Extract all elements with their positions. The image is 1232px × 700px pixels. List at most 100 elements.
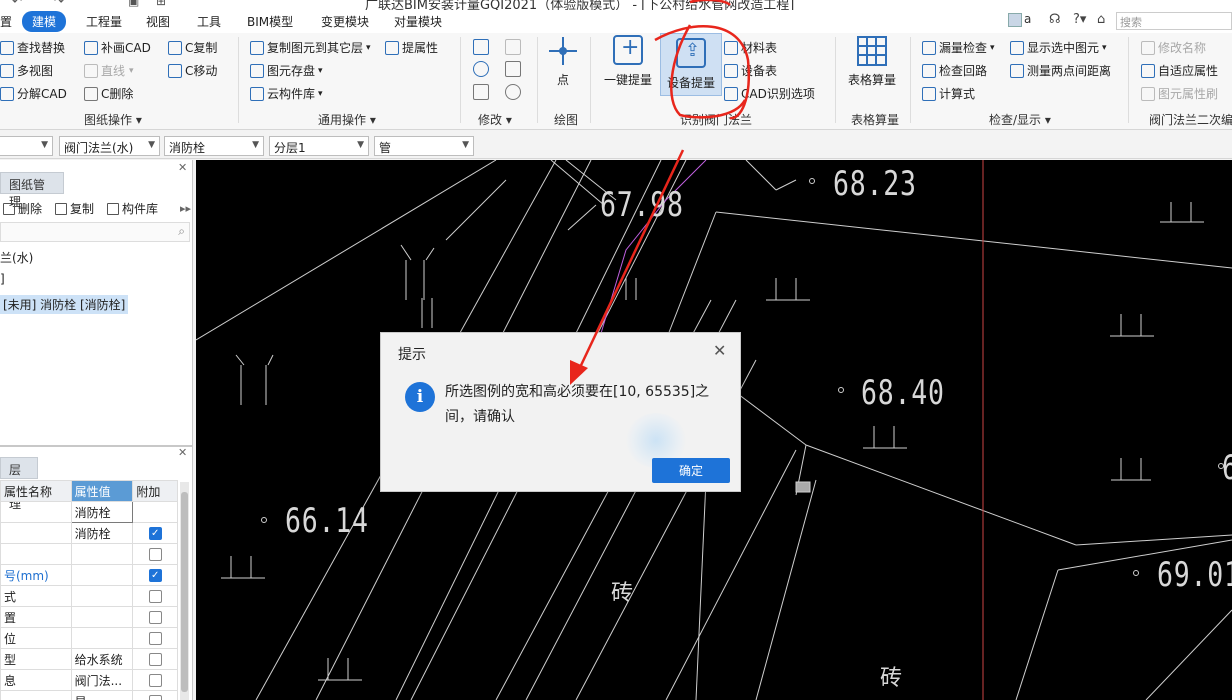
table-row[interactable]	[0, 543, 178, 565]
checkbox[interactable]	[148, 590, 162, 603]
checkbox-checked[interactable]: ✓	[148, 527, 162, 540]
c-move-button[interactable]: C移动	[168, 62, 217, 79]
layer-select[interactable]: 分层1 ▼	[269, 136, 369, 156]
table-row[interactable]: 息阀门法...	[0, 669, 178, 691]
search-input[interactable]: 搜索	[1116, 12, 1232, 30]
tab-layer-management[interactable]: 层管理	[0, 457, 38, 511]
close-icon[interactable]: ✕	[713, 341, 726, 360]
find-replace-button[interactable]: 查找替换	[0, 39, 65, 56]
table-row[interactable]: 消防栓 ✓	[0, 522, 178, 544]
table-row[interactable]: 位	[0, 627, 178, 649]
scrollbar[interactable]	[180, 482, 189, 700]
property-value[interactable]: 阀门法...	[70, 669, 134, 691]
checkbox[interactable]	[148, 653, 162, 666]
copy-small-icon[interactable]	[473, 39, 489, 55]
delete-small-icon[interactable]	[473, 84, 489, 100]
tree-item[interactable]: ]	[0, 272, 5, 286]
property-value[interactable]	[70, 564, 134, 586]
menu-item-view[interactable]: 视图	[146, 13, 170, 30]
category-select[interactable]: 阀门法兰(水) ▼	[59, 136, 160, 156]
menu-item-change[interactable]: 变更模块	[321, 13, 369, 30]
save-icon[interactable]: ▣	[128, 0, 139, 8]
checkbox[interactable]	[148, 611, 162, 624]
missing-check-button[interactable]: 漏量检查 ▾	[922, 39, 995, 56]
expand-icon[interactable]: ▸▸	[180, 202, 191, 215]
explode-cad-button[interactable]: 分解CAD	[0, 85, 67, 102]
delete-drawing-button[interactable]: 删除	[3, 200, 42, 217]
menu-item-modeling[interactable]: 建模	[22, 11, 67, 32]
property-value[interactable]: 消防栓	[70, 501, 134, 523]
type-select[interactable]: 消防栓 ▼	[164, 136, 264, 156]
table-row[interactable]: 型给水系统	[0, 648, 178, 670]
pipe-select[interactable]: 管 ▼	[374, 136, 474, 156]
cad-options-button[interactable]: CAD识别选项	[724, 85, 815, 102]
checkbox-checked[interactable]: ✓	[148, 569, 162, 582]
show-selected-button[interactable]: 显示选中图元 ▾	[1010, 39, 1107, 56]
help-icon[interactable]: ?▾	[1073, 12, 1086, 27]
table-row[interactable]: 置	[0, 606, 178, 628]
checkbox[interactable]	[148, 548, 162, 561]
tree-item[interactable]: 兰(水)	[0, 249, 33, 266]
copy-drawing-button[interactable]: 复制	[55, 200, 94, 217]
menu-item-settings[interactable]: 置	[0, 13, 12, 30]
device-extract-button[interactable]: ⇪ 设备提量	[660, 33, 723, 96]
device-table-button[interactable]: 设备表	[724, 62, 777, 79]
menu-item-compare[interactable]: 对量模块	[394, 13, 442, 30]
mirror-icon[interactable]	[505, 61, 521, 77]
adaptive-property-button[interactable]: 自适应属性	[1141, 62, 1218, 79]
shirt-icon[interactable]: ⌂	[1097, 12, 1105, 27]
property-value[interactable]: 给水系统	[70, 648, 134, 670]
table-row[interactable]: 式	[0, 585, 178, 607]
rotate-icon[interactable]	[505, 84, 521, 100]
tab-drawing-management[interactable]: 图纸管理	[0, 172, 64, 209]
user-account[interactable]: a	[1008, 12, 1031, 27]
scrollbar-thumb[interactable]	[181, 492, 188, 692]
table-row[interactable]: 是	[0, 690, 178, 700]
property-value[interactable]	[70, 606, 134, 628]
checkbox[interactable]	[148, 695, 162, 700]
c-delete-button[interactable]: C删除	[84, 85, 133, 102]
group-label-drawing-ops[interactable]: 图纸操作 ▾	[84, 111, 142, 128]
multi-view-button[interactable]: 多视图	[0, 62, 53, 79]
c-copy-button[interactable]: C复制	[168, 39, 217, 56]
checkbox[interactable]	[148, 632, 162, 645]
extract-property-button[interactable]: 提属性	[385, 39, 438, 56]
tree-search-input[interactable]: ⌕	[0, 222, 190, 242]
menu-item-bim-model[interactable]: BIM模型	[247, 13, 293, 30]
ok-button[interactable]: 确定	[652, 458, 730, 483]
copy-to-layer-button[interactable]: 复制图元到其它层 ▾	[250, 39, 371, 56]
property-value[interactable]: 是	[70, 690, 134, 700]
table-calc-button[interactable]: 表格算量	[848, 35, 896, 88]
one-click-extract-button[interactable]: + 一键提量	[604, 35, 652, 88]
rotate-disabled-icon[interactable]	[505, 39, 521, 55]
point-button[interactable]: 点	[548, 35, 578, 88]
rename-button[interactable]: 修改名称	[1141, 39, 1206, 56]
property-value[interactable]	[70, 543, 134, 565]
measure-distance-button[interactable]: 测量两点间距离	[1010, 62, 1111, 79]
property-value[interactable]	[70, 627, 134, 649]
component-library-button[interactable]: 构件库	[107, 200, 158, 217]
redraw-cad-button[interactable]: 补画CAD	[84, 39, 151, 56]
check-loop-button[interactable]: 检查回路	[922, 62, 987, 79]
property-value[interactable]	[70, 585, 134, 607]
redo-icon[interactable]: ↷	[54, 0, 64, 8]
close-icon[interactable]: ✕	[178, 161, 187, 174]
cloud-library-button[interactable]: 云构件库 ▾	[250, 85, 323, 102]
tree-item-selected[interactable]: [未用] 消防栓 [消防栓]	[0, 295, 129, 314]
close-icon[interactable]: ✕	[178, 446, 187, 459]
group-label-modify[interactable]: 修改 ▾	[478, 111, 512, 128]
formula-button[interactable]: 计算式	[922, 85, 975, 102]
menu-item-tools[interactable]: 工具	[197, 13, 221, 30]
headset-icon[interactable]: ☊	[1049, 12, 1061, 27]
save-element-button[interactable]: 图元存盘 ▾	[250, 62, 323, 79]
property-brush-button[interactable]: 图元属性刷	[1141, 85, 1218, 102]
checkbox[interactable]	[148, 674, 162, 687]
move-cross-icon[interactable]	[473, 61, 489, 77]
material-table-button[interactable]: 材料表	[724, 39, 777, 56]
table-row[interactable]: 号(mm) ✓	[0, 564, 178, 586]
property-value[interactable]: 消防栓	[70, 522, 134, 544]
floor-select[interactable]: ▼	[0, 136, 53, 156]
group-label-common-ops[interactable]: 通用操作 ▾	[318, 111, 376, 128]
layout-icon[interactable]: ⊞	[156, 0, 166, 8]
table-row[interactable]: 消防栓	[0, 501, 178, 523]
